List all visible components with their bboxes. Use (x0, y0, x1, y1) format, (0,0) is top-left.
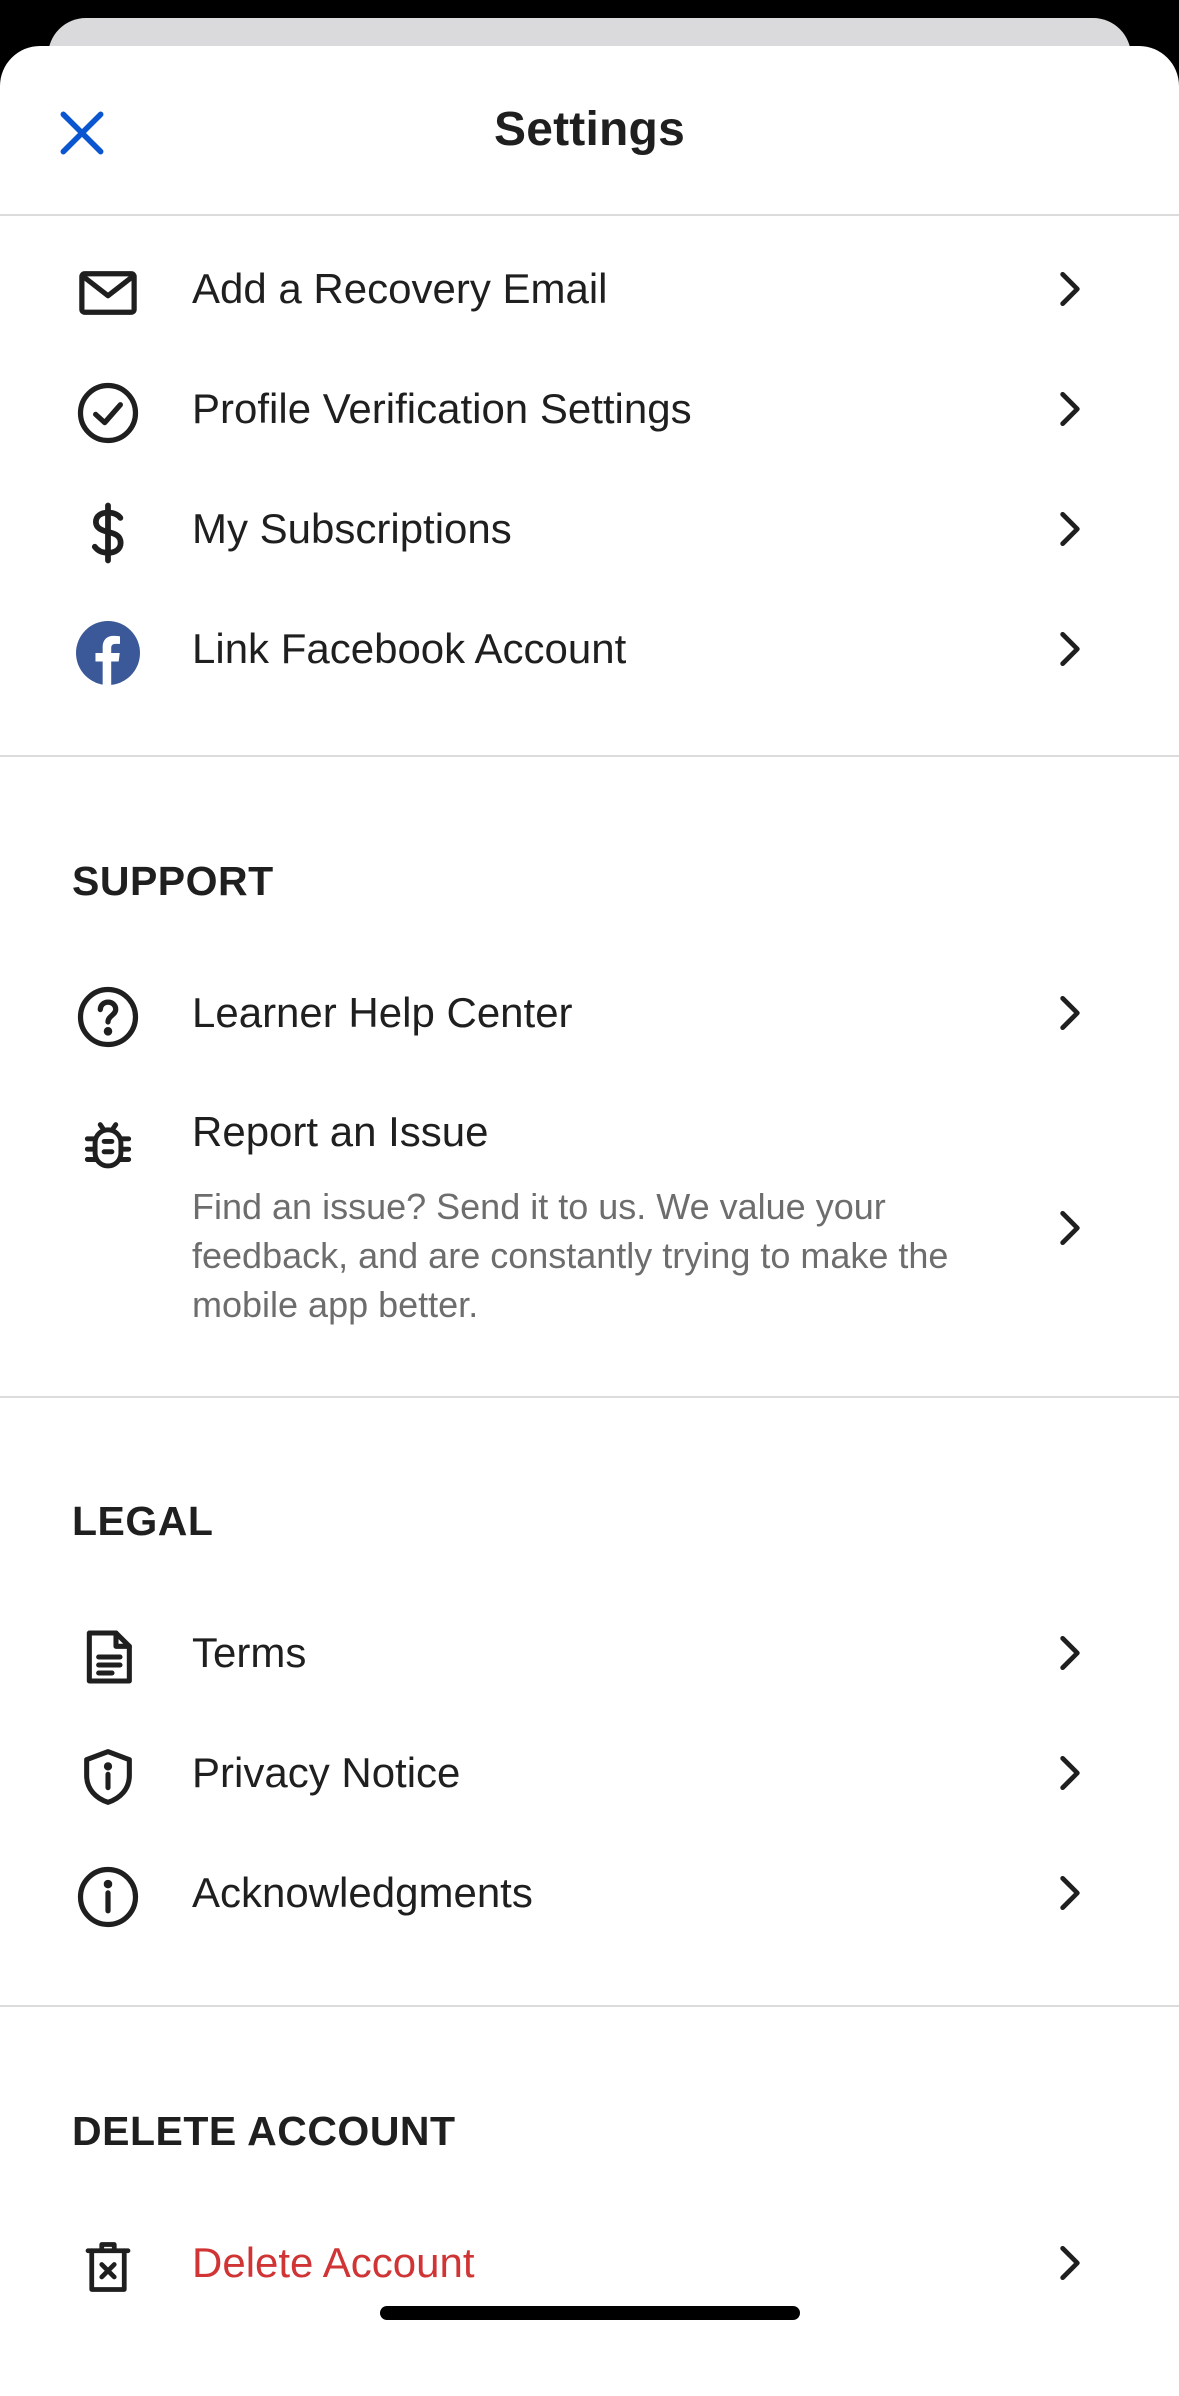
delete-account-row[interactable]: Delete Account (0, 2206, 1179, 2316)
chevron-right-icon (1060, 391, 1080, 427)
chevron-right-icon (1060, 2245, 1080, 2281)
chevron-right-icon (1060, 1875, 1080, 1911)
report-issue-row[interactable]: Report an Issue Find an issue? Send it t… (0, 1092, 1179, 1332)
chevron-right-icon (1060, 1635, 1080, 1671)
delete-account-section-title: DELETE ACCOUNT (72, 2108, 456, 2154)
my-subscriptions-label: My Subscriptions (192, 505, 512, 552)
settings-sheet: Settings Add a Recovery Email Profile Ve… (0, 46, 1179, 2396)
link-facebook-row[interactable]: Link Facebook Account (0, 592, 1179, 702)
dollar-icon (72, 497, 144, 569)
support-section-title: SUPPORT (72, 858, 274, 904)
privacy-notice-label: Privacy Notice (192, 1749, 461, 1796)
header: Settings (0, 46, 1179, 216)
bug-icon (72, 1108, 144, 1180)
terms-row[interactable]: Terms (0, 1596, 1179, 1706)
terms-label: Terms (192, 1629, 307, 1676)
chevron-right-icon (1060, 631, 1080, 667)
link-facebook-label: Link Facebook Account (192, 625, 627, 672)
trash-icon (72, 2231, 144, 2303)
section-divider (0, 1396, 1179, 1398)
add-recovery-email-row[interactable]: Add a Recovery Email (0, 232, 1179, 342)
learner-help-center-label: Learner Help Center (192, 989, 573, 1036)
chevron-right-icon (1060, 511, 1080, 547)
section-divider (0, 755, 1179, 757)
help-circle-icon (72, 981, 144, 1053)
shield-info-icon (72, 1741, 144, 1813)
chevron-right-icon (1060, 271, 1080, 307)
mail-icon (72, 257, 144, 329)
document-icon (72, 1621, 144, 1693)
report-issue-description: Find an issue? Send it to us. We value y… (192, 1186, 949, 1325)
page-title: Settings (494, 103, 685, 156)
learner-help-center-row[interactable]: Learner Help Center (0, 956, 1179, 1066)
info-circle-icon (72, 1861, 144, 1933)
section-divider (0, 2005, 1179, 2007)
my-subscriptions-row[interactable]: My Subscriptions (0, 472, 1179, 582)
chevron-right-icon (1060, 995, 1080, 1031)
privacy-notice-row[interactable]: Privacy Notice (0, 1716, 1179, 1826)
legal-section-title: LEGAL (72, 1498, 214, 1544)
home-indicator (380, 2306, 800, 2320)
chevron-right-icon (1060, 1210, 1080, 1246)
profile-verification-label: Profile Verification Settings (192, 385, 692, 432)
chevron-right-icon (1060, 1755, 1080, 1791)
facebook-icon (72, 617, 144, 689)
acknowledgments-row[interactable]: Acknowledgments (0, 1836, 1179, 1946)
delete-account-label: Delete Account (192, 2239, 475, 2286)
check-circle-icon (72, 377, 144, 449)
report-issue-label: Report an Issue (192, 1108, 489, 1155)
profile-verification-row[interactable]: Profile Verification Settings (0, 352, 1179, 462)
add-recovery-email-label: Add a Recovery Email (192, 265, 608, 312)
acknowledgments-label: Acknowledgments (192, 1869, 533, 1916)
